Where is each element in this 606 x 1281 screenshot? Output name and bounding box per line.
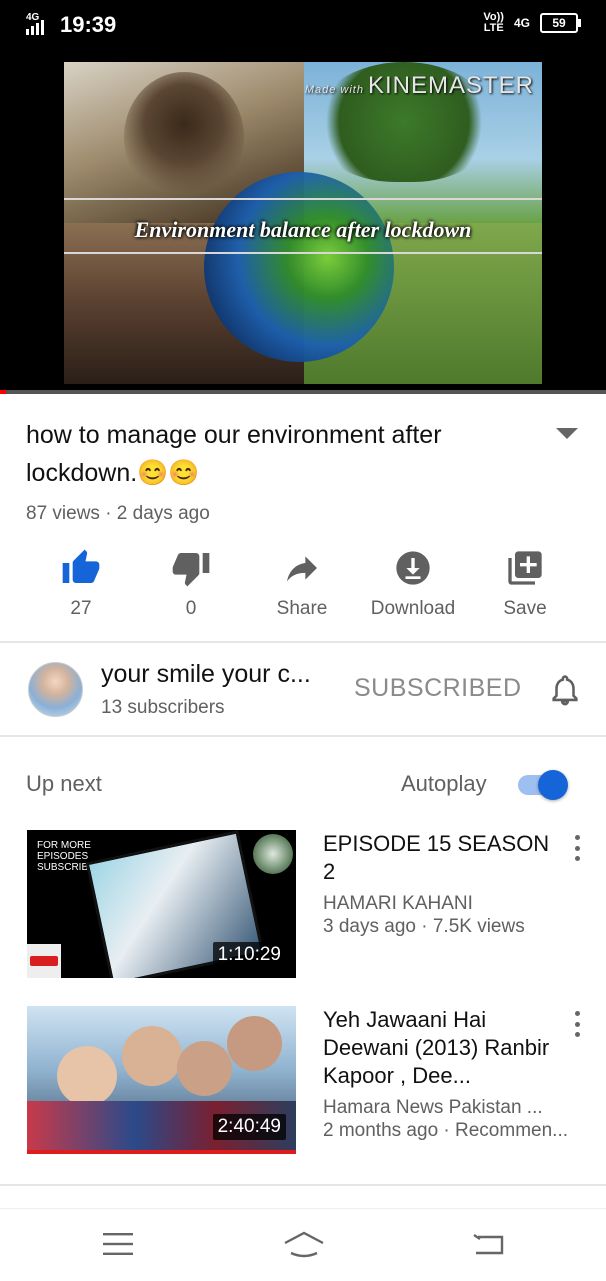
- autoplay-toggle[interactable]: [518, 770, 572, 800]
- channel-logo-icon: [253, 834, 293, 874]
- video-meta: 87 views · 2 days ago: [26, 503, 210, 524]
- channel-name[interactable]: your smile your c...: [101, 660, 311, 689]
- volte-bottom: LTE: [483, 22, 504, 34]
- share-icon: [242, 548, 362, 588]
- video-thumbnail[interactable]: 2:40:49: [27, 1006, 296, 1154]
- status-left: 4G 19:39: [26, 12, 116, 38]
- video-progress-fill: [0, 390, 6, 394]
- overlay-line-bottom: [64, 252, 542, 254]
- network2-type: 4G: [513, 16, 530, 30]
- toggle-knob: [538, 770, 568, 800]
- overlay-line-top: [64, 198, 542, 200]
- battery-icon: 59: [540, 13, 581, 33]
- globe-graphic: [204, 172, 394, 362]
- share-button[interactable]: Share: [242, 548, 362, 620]
- person-graphic: [57, 1046, 117, 1106]
- download-icon: [353, 548, 473, 588]
- subscribe-badge-icon: [27, 944, 61, 978]
- item-channel: Hamara News Pakistan ...: [323, 1097, 543, 1118]
- video-duration: 1:10:29: [212, 942, 286, 968]
- divider: [0, 1184, 606, 1186]
- download-label: Download: [370, 598, 456, 619]
- autoplay-label: Autoplay: [401, 771, 487, 796]
- battery-level: 59: [552, 16, 566, 30]
- channel-avatar[interactable]: [28, 662, 83, 717]
- item-title[interactable]: EPISODE 15 SEASON 2: [323, 830, 558, 886]
- expand-description-icon[interactable]: [556, 428, 578, 439]
- watermark-small: Made with: [304, 84, 364, 96]
- home-icon[interactable]: [283, 1231, 325, 1264]
- person-graphic: [227, 1016, 282, 1071]
- bell-icon[interactable]: [548, 672, 582, 713]
- save-button[interactable]: Save: [465, 548, 585, 620]
- download-button[interactable]: Download: [353, 548, 473, 620]
- video-frame[interactable]: Environment balance after lockdown Made …: [64, 62, 542, 384]
- thumbs-up-icon: [21, 548, 141, 588]
- item-meta: 2 months ago · Recommen...: [323, 1120, 568, 1141]
- action-row: 27 0 Share Download Save: [0, 548, 606, 628]
- thumbs-down-icon: [131, 548, 251, 588]
- status-right: Vo)) LTE 4G 59: [483, 12, 581, 34]
- clock: 19:39: [60, 12, 117, 37]
- save-icon: [465, 548, 585, 588]
- video-overlay-title: Environment balance after lockdown: [134, 217, 472, 242]
- signal-icon: 4G: [26, 12, 52, 38]
- video-player[interactable]: Environment balance after lockdown Made …: [0, 54, 606, 394]
- status-bar: 4G 19:39 Vo)) LTE 4G 59: [0, 0, 606, 54]
- like-count: 27: [70, 598, 92, 619]
- subscribe-button[interactable]: SUBSCRIBED: [354, 674, 522, 703]
- person-graphic: [177, 1041, 232, 1096]
- up-next-label: Up next: [26, 771, 102, 796]
- share-label: Share: [276, 598, 328, 619]
- more-options-icon[interactable]: [570, 835, 584, 861]
- divider: [0, 735, 606, 737]
- item-meta: 3 days ago · 7.5K views: [323, 916, 525, 937]
- volte-indicator: Vo)) LTE: [483, 12, 504, 34]
- video-duration: 2:40:49: [212, 1114, 286, 1140]
- video-progress-bar[interactable]: [0, 390, 606, 394]
- kinemaster-watermark: Made with KINEMASTER: [305, 72, 534, 100]
- video-title: how to manage our environment after lock…: [26, 421, 442, 487]
- dislike-button[interactable]: 0: [131, 548, 251, 620]
- dislike-count: 0: [185, 598, 197, 619]
- video-thumbnail[interactable]: FOR MORE EPISODES SUBSCRIBE 1:10:29: [27, 830, 296, 978]
- more-options-icon[interactable]: [570, 1011, 584, 1037]
- system-nav-bar: [0, 1208, 606, 1281]
- like-button[interactable]: 27: [21, 548, 141, 620]
- menu-icon[interactable]: [103, 1231, 133, 1262]
- back-icon[interactable]: [472, 1231, 504, 1262]
- save-label: Save: [503, 598, 547, 619]
- smoke-graphic: [124, 72, 244, 202]
- item-title[interactable]: Yeh Jawaani Hai Deewani (2013) Ranbir Ka…: [323, 1006, 558, 1090]
- person-graphic: [122, 1026, 182, 1086]
- item-channel: HAMARI KAHANI: [323, 893, 473, 914]
- divider: [0, 641, 606, 643]
- watermark-big: KINEMASTER: [367, 72, 534, 99]
- channel-row[interactable]: your smile your c... 13 subscribers SUBS…: [0, 644, 606, 736]
- channel-subscribers: 13 subscribers: [101, 697, 225, 718]
